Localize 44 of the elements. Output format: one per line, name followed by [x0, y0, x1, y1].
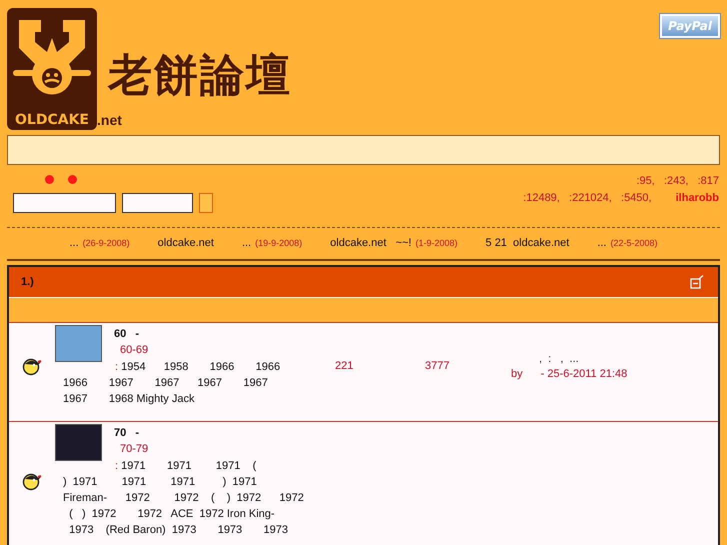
description-text: 1967 1968 Mighty Jack [63, 393, 194, 405]
last-post-time: - 25-6-2011 21:48 [540, 368, 628, 380]
photo-placeholder [55, 325, 102, 362]
password-field[interactable] [122, 193, 193, 213]
category-title: 1.) [21, 276, 34, 288]
forum-subtitle: 60-69 [120, 343, 148, 358]
dot-icon [68, 175, 77, 184]
forum-title[interactable]: 60 - [114, 326, 148, 342]
description-text: Fireman- 1972 1972 ( ) 1972 1972 [63, 492, 304, 504]
bird-icon [22, 356, 42, 376]
site-title: 老餅論壇 [108, 50, 292, 102]
topic-count: 221 [335, 360, 354, 372]
collapse-icon[interactable] [690, 275, 704, 289]
stats-text: :12489, :221024, :5450, [523, 192, 652, 204]
stats-text: :95, :243, :817 [636, 175, 719, 187]
announcement-link[interactable]: ... [597, 237, 606, 249]
announcement-link[interactable]: ... [242, 237, 252, 249]
description-text: 1966 1967 1967 1967 1967 [63, 377, 268, 389]
post-count: 3777 [425, 360, 450, 372]
description-text: ( ) 1972 1972 ACE 1972 Iron King- [68, 508, 275, 520]
description-text: ) 1971 1971 1971 ) 1971 [63, 476, 257, 488]
description-label: : [115, 361, 118, 373]
announcement-date: (26-9-2008) [82, 238, 130, 248]
announcement-link[interactable]: 5 21 oldcake.net [486, 237, 570, 249]
username-field[interactable] [13, 193, 116, 213]
bird-icon [22, 471, 42, 491]
description-text: 1971 1971 1971 ( [120, 460, 256, 472]
description-text: 1954 1958 1966 1966 [120, 361, 280, 373]
last-post-link[interactable]: , : , ... [511, 352, 628, 364]
forum-title[interactable]: 70 - [114, 425, 148, 441]
dot-icon [45, 175, 54, 184]
forum-subtitle: 70-79 [120, 442, 148, 457]
oldcake-logo[interactable]: OLDCAKE [7, 8, 97, 130]
announcement-date: (22-5-2008) [610, 238, 658, 248]
description-label: : [115, 460, 118, 472]
announcement-link[interactable]: oldcake.net [158, 237, 214, 249]
announcement-link[interactable]: oldcake.net ~~! [330, 237, 412, 249]
announcement-date: (19-9-2008) [255, 238, 302, 248]
photo-placeholder [55, 424, 102, 461]
announcement-date: (1-9-2008) [415, 238, 458, 248]
logo-suffix: .net [97, 112, 122, 128]
last-post-by: by [511, 368, 523, 380]
description-text: 1973 (Red Baron) 1973 1973 1973 [68, 524, 288, 536]
announcement-link[interactable]: ... [69, 237, 79, 249]
